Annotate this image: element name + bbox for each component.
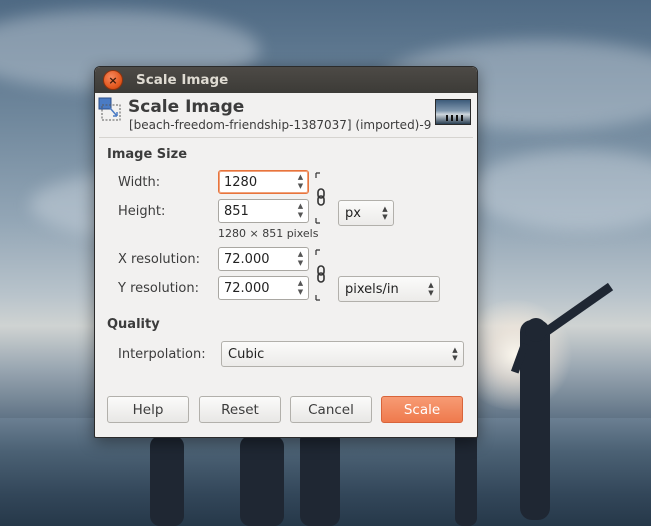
height-label: Height: xyxy=(118,204,166,219)
quality-section-label: Quality xyxy=(107,317,160,332)
reset-button[interactable]: Reset xyxy=(199,396,281,423)
image-size-section-label: Image Size xyxy=(107,147,188,162)
size-unit-value: px xyxy=(345,205,361,221)
width-value: 1280 xyxy=(224,174,258,190)
width-label: Width: xyxy=(118,175,161,190)
cancel-button[interactable]: Cancel xyxy=(290,396,372,423)
scale-image-icon xyxy=(98,97,121,121)
combo-arrows-icon: ▲ ▼ xyxy=(428,281,434,297)
resolution-unit-select[interactable]: pixels/in ▲ ▼ xyxy=(338,276,440,302)
interpolation-label: Interpolation: xyxy=(118,347,206,362)
title-bar: × Scale Image xyxy=(95,67,477,93)
close-icon[interactable]: × xyxy=(103,70,123,90)
combo-arrows-icon: ▲ ▼ xyxy=(382,205,388,221)
spin-arrows-icon[interactable]: ▲ ▼ xyxy=(293,277,308,299)
image-thumbnail xyxy=(435,99,471,125)
spin-arrows-icon[interactable]: ▲ ▼ xyxy=(293,171,308,193)
header-separator xyxy=(99,137,473,138)
width-input[interactable]: 1280 ▲ ▼ xyxy=(218,170,309,194)
chain-link-icon[interactable] xyxy=(315,172,327,224)
image-name: [beach-freedom-friendship-1387037] (impo… xyxy=(129,118,432,132)
x-resolution-value: 72.000 xyxy=(224,251,270,267)
dialog-header: Scale Image [beach-freedom-friendship-13… xyxy=(95,93,477,133)
pixel-summary: 1280 × 851 pixels xyxy=(218,227,319,240)
x-resolution-label: X resolution: xyxy=(118,252,200,267)
interpolation-select[interactable]: Cubic ▲ ▼ xyxy=(221,341,464,367)
help-button[interactable]: Help xyxy=(107,396,189,423)
size-unit-select[interactable]: px ▲ ▼ xyxy=(338,200,394,226)
spin-arrows-icon[interactable]: ▲ ▼ xyxy=(293,200,308,222)
x-resolution-input[interactable]: 72.000 ▲ ▼ xyxy=(218,247,309,271)
height-value: 851 xyxy=(224,203,249,219)
header-title: Scale Image xyxy=(128,97,245,117)
scale-button[interactable]: Scale xyxy=(381,396,463,423)
y-resolution-input[interactable]: 72.000 ▲ ▼ xyxy=(218,276,309,300)
y-resolution-label: Y resolution: xyxy=(118,281,199,296)
combo-arrows-icon: ▲ ▼ xyxy=(452,346,458,362)
interpolation-value: Cubic xyxy=(228,346,265,362)
resolution-unit-value: pixels/in xyxy=(345,281,399,297)
height-input[interactable]: 851 ▲ ▼ xyxy=(218,199,309,223)
chain-link-icon[interactable] xyxy=(315,249,327,301)
y-resolution-value: 72.000 xyxy=(224,280,270,296)
window-title: Scale Image xyxy=(136,72,229,88)
spin-arrows-icon[interactable]: ▲ ▼ xyxy=(293,248,308,270)
scale-image-dialog: × Scale Image Scale Image [beach-freedom… xyxy=(94,66,478,438)
